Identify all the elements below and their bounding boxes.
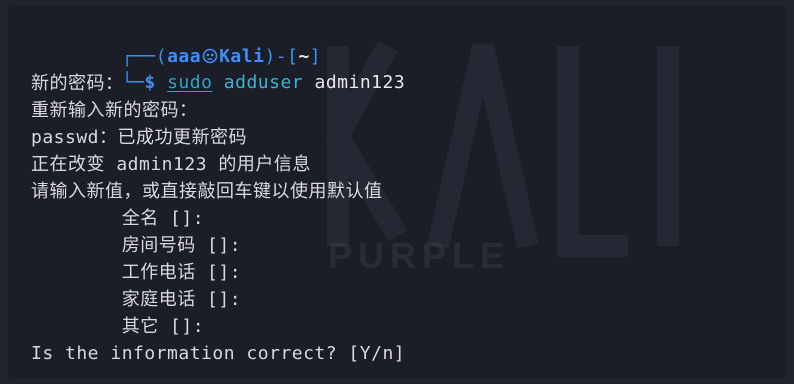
- output-line: 全名 []:: [31, 208, 205, 229]
- input-prompt-line[interactable]: Is the information correct? [Y/n]: [31, 341, 405, 367]
- output-line: 工作电话 []:: [31, 262, 242, 283]
- prompt-dollar: $: [144, 72, 156, 93]
- output-line: 房间号码 []:: [31, 235, 242, 256]
- output-line: 请输入新值，或直接敲回车键以使用默认值: [31, 181, 383, 202]
- output-line: passwd：已成功更新密码: [31, 127, 248, 148]
- output-line: 新的密码：: [31, 73, 124, 94]
- terminal-output: ┌──(aaa Kali)-[~] └─$ sudo adduser admin1…: [8, 6, 786, 378]
- prompt-line: ┌──(aaa Kali)-[~]: [31, 18, 321, 67]
- command-name: adduser: [223, 72, 304, 93]
- window-frame: PURPLE ┌──(aaa Kali)-[~] └─$ sudo adduser…: [0, 0, 794, 384]
- prompt-bottom-left: └─: [121, 72, 145, 93]
- output-line: 家庭电话 []:: [31, 289, 242, 310]
- command-line: └─$ sudo adduser admin123: [31, 44, 405, 93]
- command-sudo: sudo: [167, 72, 213, 93]
- output-line: 重新输入新的密码：: [31, 100, 198, 121]
- command-args: admin123: [314, 72, 406, 93]
- output-line: 正在改变 admin123 的用户信息: [31, 154, 311, 175]
- terminal-window[interactable]: PURPLE ┌──(aaa Kali)-[~] └─$ sudo adduser…: [8, 6, 786, 378]
- output-line: 其它 []:: [31, 316, 205, 337]
